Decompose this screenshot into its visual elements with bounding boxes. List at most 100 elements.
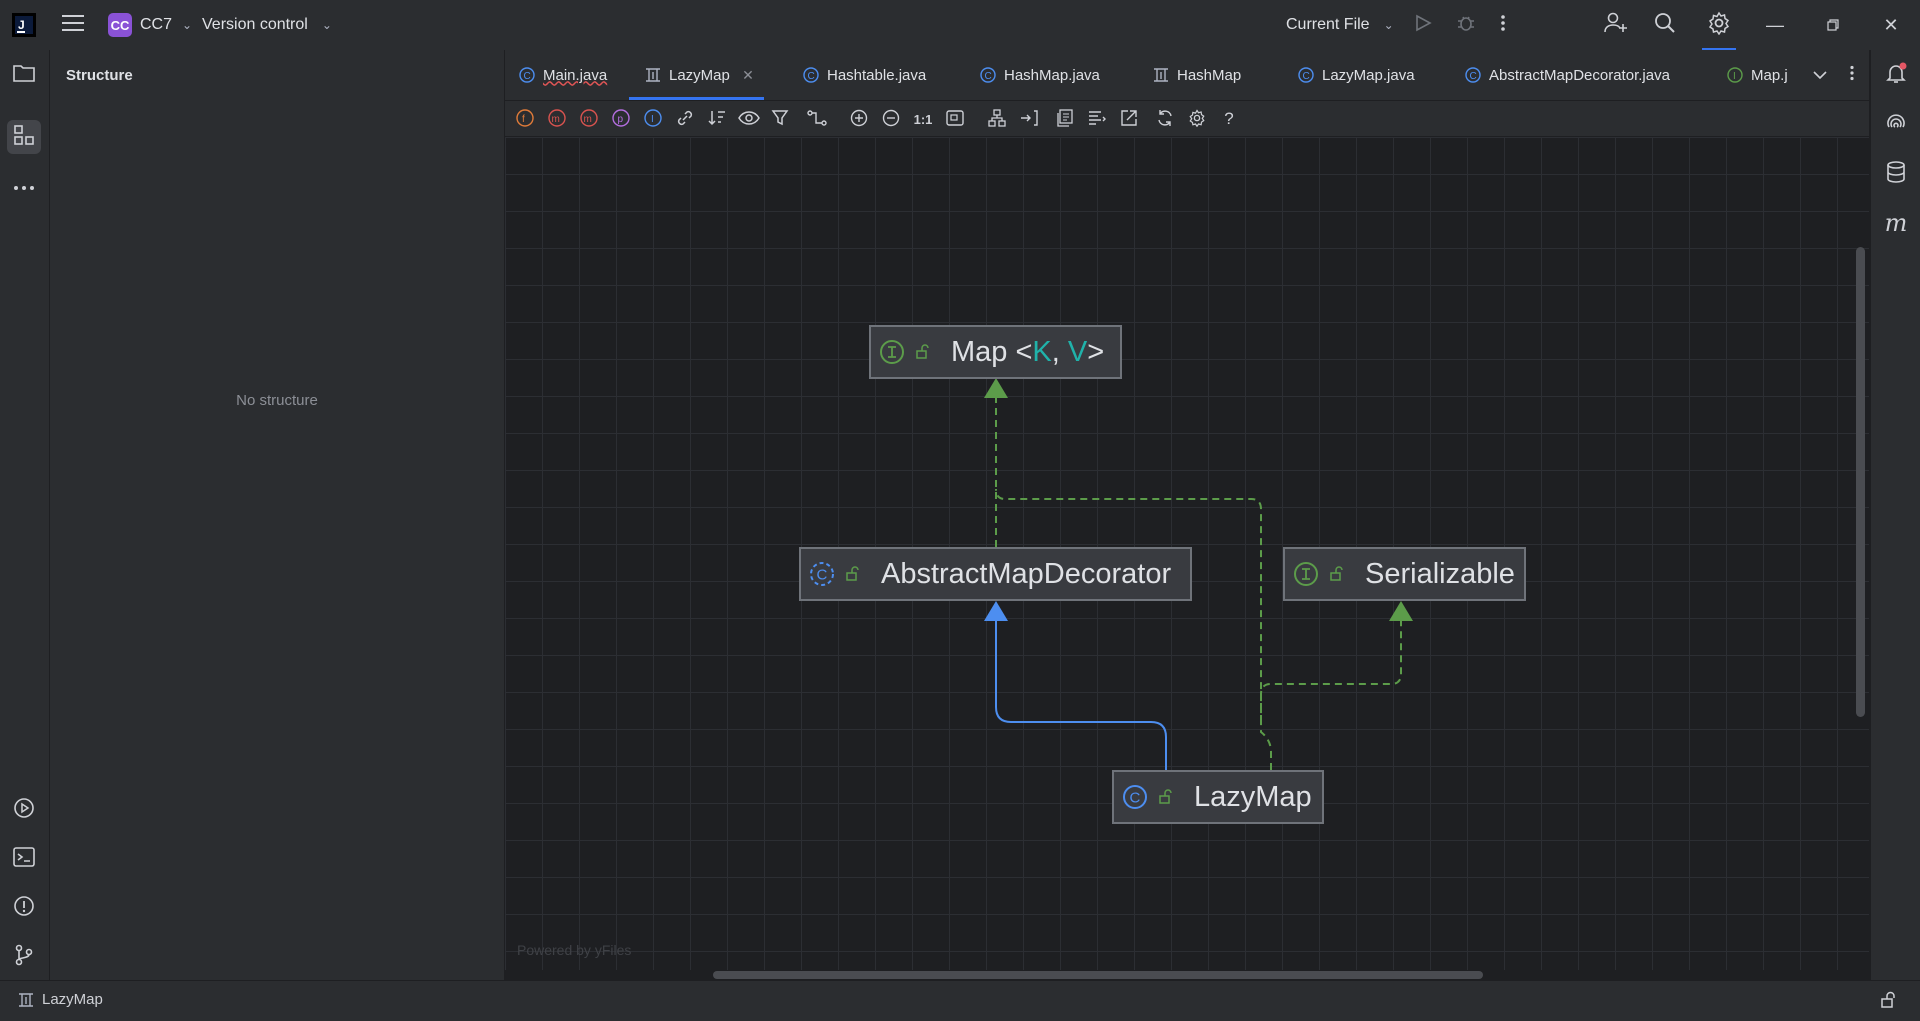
tab-abstractmapdecorator-java[interactable]: C AbstractMapDecorator.java: [1465, 50, 1670, 100]
edge-lazymap-to-serializable: [1260, 603, 1402, 722]
gear-icon: [1188, 108, 1206, 130]
node-lazymap-class[interactable]: C LazyMap: [1112, 770, 1324, 824]
tab-lazymap-java[interactable]: C LazyMap.java: [1298, 50, 1415, 100]
tab-label: HashMap: [1177, 66, 1242, 84]
tab-list-button[interactable]: [1805, 50, 1835, 100]
svg-text:C: C: [817, 567, 828, 584]
tab-map-java[interactable]: I Map.j: [1727, 50, 1788, 100]
debug-button[interactable]: [1456, 0, 1476, 50]
tab-lazymap-diagram[interactable]: LazyMap ✕: [629, 50, 764, 100]
tab-hashtable-java[interactable]: C Hashtable.java: [803, 50, 926, 100]
more-actions-button[interactable]: [1500, 0, 1506, 50]
tab-hashmap-diagram[interactable]: HashMap: [1153, 50, 1241, 100]
horizontal-scroll-thumb[interactable]: [713, 971, 1483, 979]
terminal-tool-button[interactable]: [7, 842, 41, 876]
unlock-icon: [1880, 991, 1898, 1013]
show-constructors-button[interactable]: m: [545, 107, 569, 131]
sort-icon: [707, 109, 727, 130]
node-serializable-interface[interactable]: Serializable: [1283, 547, 1526, 601]
more-vertical-icon: [1500, 14, 1506, 37]
add-user-icon: [1604, 12, 1628, 39]
inner-class-icon: I: [644, 108, 662, 130]
show-inner-classes-button[interactable]: I: [641, 107, 665, 131]
readonly-toggle[interactable]: [1880, 991, 1898, 1014]
constructor-icon: m: [548, 108, 566, 130]
run-button[interactable]: [1414, 0, 1432, 50]
more-tools-button[interactable]: [7, 170, 41, 204]
vertical-scrollbar[interactable]: [1856, 247, 1865, 717]
title-bar: J CC CC7 ⌄ Version control ⌄ Current Fil…: [0, 0, 1920, 51]
show-dependencies-button[interactable]: [673, 107, 697, 131]
show-properties-button[interactable]: p: [609, 107, 633, 131]
help-button[interactable]: ?: [1217, 107, 1241, 131]
close-tab-icon[interactable]: ✕: [742, 67, 754, 84]
git-tool-button[interactable]: [7, 940, 41, 974]
fit-content-button[interactable]: [943, 107, 967, 131]
restore-button[interactable]: [1808, 0, 1858, 50]
node-map-interface[interactable]: Map <K, V>: [869, 325, 1122, 379]
visibility-button[interactable]: [737, 107, 761, 131]
maven-button[interactable]: m: [1879, 206, 1913, 240]
svg-text:m: m: [552, 114, 560, 125]
chevron-down-icon: ⌄: [182, 18, 193, 32]
code-with-me-button[interactable]: [1604, 0, 1628, 50]
fit-icon: [946, 109, 964, 129]
diagram-settings-button[interactable]: [1185, 107, 1209, 131]
filter-icon: [771, 109, 791, 130]
edge-routing-button[interactable]: [805, 107, 829, 131]
services-tool-button[interactable]: [7, 793, 41, 827]
search-button[interactable]: [1654, 0, 1676, 50]
problems-icon: [13, 895, 35, 922]
folder-icon: [13, 63, 35, 88]
app-logo-icon[interactable]: J: [12, 0, 36, 50]
tab-main-java[interactable]: C Main.java: [519, 50, 607, 100]
services-icon: [13, 797, 35, 824]
node-abstractmapdecorator-class[interactable]: C AbstractMapDecorator: [799, 547, 1192, 601]
settings-button[interactable]: [1694, 0, 1744, 50]
close-window-button[interactable]: ✕: [1866, 0, 1916, 50]
layout-button[interactable]: [985, 107, 1009, 131]
structure-view-button[interactable]: [1085, 107, 1109, 131]
export-button[interactable]: [1117, 107, 1141, 131]
filter-button[interactable]: [769, 107, 793, 131]
ai-assistant-button[interactable]: [1879, 108, 1913, 142]
edge-lazymap-to-abstract: [995, 603, 1167, 770]
zoom-in-button[interactable]: [847, 107, 871, 131]
svg-text:I: I: [1733, 71, 1736, 82]
project-tool-button[interactable]: [7, 58, 41, 92]
show-methods-button[interactable]: m: [577, 107, 601, 131]
method-icon: m: [580, 108, 598, 130]
actual-size-button[interactable]: 1:1: [911, 107, 935, 131]
breadcrumb-label: LazyMap: [42, 991, 103, 1008]
show-fields-button[interactable]: f: [513, 107, 537, 131]
yfiles-watermark: Powered by yFiles: [517, 942, 632, 958]
svg-text:f: f: [522, 114, 525, 125]
tab-more-button[interactable]: [1839, 50, 1865, 100]
run-config-selector[interactable]: Current File ⌄: [1286, 0, 1394, 50]
structure-tool-button[interactable]: [7, 120, 41, 154]
vcs-widget[interactable]: Version control ⌄: [202, 0, 332, 50]
class-icon: C: [1465, 67, 1481, 83]
interface-icon: [1293, 561, 1319, 587]
tab-hashmap-java[interactable]: C HashMap.java: [980, 50, 1100, 100]
main-menu-button[interactable]: [62, 0, 84, 50]
node-label: Serializable: [1365, 557, 1515, 590]
copy-diagram-button[interactable]: [1053, 107, 1077, 131]
diagram-canvas[interactable]: Map <K, V> C AbstractMapDecorator Serial…: [505, 137, 1869, 970]
zoom-out-button[interactable]: [879, 107, 903, 131]
ai-assistant-icon: [1885, 112, 1907, 139]
tab-label: LazyMap.java: [1322, 66, 1415, 84]
node-label: AbstractMapDecorator: [881, 557, 1172, 590]
sort-button[interactable]: [705, 107, 729, 131]
minimize-icon: —: [1766, 14, 1784, 35]
edge-lazymap-to-map: [995, 488, 1272, 770]
database-button[interactable]: [1879, 157, 1913, 191]
refresh-button[interactable]: [1153, 107, 1177, 131]
minimize-button[interactable]: —: [1750, 0, 1800, 50]
project-widget[interactable]: CC CC7 ⌄: [108, 0, 192, 50]
problems-tool-button[interactable]: [7, 891, 41, 925]
apply-layout-button[interactable]: [1017, 107, 1041, 131]
breadcrumb[interactable]: LazyMap: [18, 991, 103, 1008]
notifications-button[interactable]: [1879, 58, 1913, 92]
interface-icon: [879, 339, 905, 365]
